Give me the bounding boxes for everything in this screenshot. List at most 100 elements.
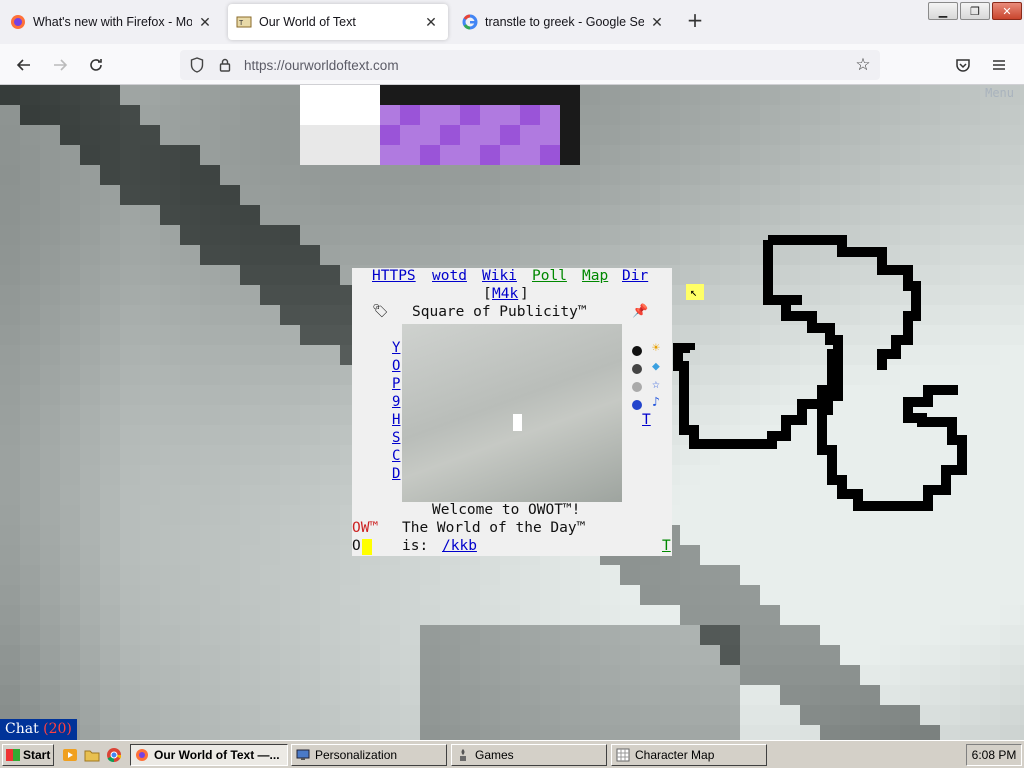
new-tab-button[interactable]: + [684,10,706,32]
close-icon[interactable]: ✕ [648,13,666,31]
side-link-9[interactable]: 9 [392,394,400,410]
bookmark-star-icon[interactable]: ☆ [852,54,874,76]
pocket-button[interactable] [950,52,976,78]
drawn-pixel-shape: ↖ [673,235,967,511]
windows-flag-icon [6,749,20,761]
reload-button[interactable] [83,52,109,78]
square-of-publicity[interactable] [402,324,622,502]
link-m4k[interactable]: M4k [492,286,518,302]
link-t[interactable]: T [642,412,651,428]
link-wotd[interactable]: wotd [432,268,467,284]
ow-prefix: OW™ [352,520,378,536]
restore-button[interactable]: ❐ [960,2,990,20]
chat-label: Chat [5,721,39,737]
close-icon[interactable]: ✕ [422,13,440,31]
star-icon: ☆ [652,377,660,392]
wotd-line: The World of the Day™ [402,520,586,536]
back-button[interactable] [11,52,37,78]
pocket-icon [956,59,970,72]
grey-dot-icon [632,382,642,392]
shape-dot [684,426,686,428]
minimize-button[interactable]: ▁ [928,2,958,20]
side-link-o[interactable]: O [392,358,400,374]
start-label: Start [23,748,51,762]
bracket-open: [ [483,286,492,302]
link-dir[interactable]: Dir [622,268,648,284]
is-label: is: [402,538,429,554]
pin-icon: 📌 [632,304,649,319]
ow-prefix-text: OW™ [352,520,379,536]
start-button[interactable]: Start [2,744,54,766]
tab-google-search[interactable]: transtle to greek - Google Searc ✕ [454,4,674,40]
google-icon [462,14,478,30]
side-link-s[interactable]: S [392,430,400,446]
task-label: Games [475,748,514,762]
tab-title: transtle to greek - Google Searc [485,15,644,29]
character-map-icon [616,748,630,762]
forward-button[interactable] [47,52,73,78]
tab-our-world-of-text[interactable]: T Our World of Text ✕ [228,4,448,40]
welcome-text: Welcome to OWOT™! [432,502,581,518]
hamburger-menu-button[interactable] [986,52,1012,78]
music-note-icon: ♪ [652,395,660,410]
side-link-p[interactable]: P [392,376,400,392]
wotd-link[interactable]: /kkb [442,538,477,554]
tab-whats-new[interactable]: What's new with Firefox - More ✕ [2,4,222,40]
firefox-icon [10,14,26,30]
bracket-close: ] [520,286,529,302]
task-character-map[interactable]: Character Map [611,744,767,766]
owot-menu-button[interactable]: Menu [985,86,1014,100]
corner-t-link[interactable]: T [662,538,671,554]
tab-title: Our World of Text [259,15,356,29]
link-map[interactable]: Map [582,268,608,284]
side-link-h[interactable]: H [392,412,400,428]
window-controls: ▁ ❐ ✕ [928,2,1022,20]
link-poll[interactable]: Poll [532,268,567,284]
folder-icon[interactable] [84,747,100,763]
games-icon [460,749,466,761]
hamburger-icon [993,60,1005,70]
arrow-glyph: ↖ [690,285,697,299]
square-title: Square of Publicity™ [412,304,587,320]
address-bar[interactable]: https://ourworldoftext.com ☆ [180,50,880,80]
link-https[interactable]: HTTPS [372,268,416,284]
link-wiki[interactable]: Wiki [482,268,517,284]
dark-dot-icon [632,364,642,374]
tab-strip: What's new with Firefox - More ✕ T Our W… [0,0,1024,44]
shield-icon[interactable] [186,54,208,76]
diamond-icon: ◆ [652,359,660,374]
media-player-icon[interactable] [62,747,78,763]
navigation-toolbar: https://ourworldoftext.com ☆ [0,44,1024,85]
text-cursor [513,414,522,431]
task-label: Our World of Text —... [154,748,280,762]
url-text[interactable]: https://ourworldoftext.com [244,58,399,73]
monitor-icon [296,749,310,760]
arrow-left-icon [16,59,30,71]
chat-button[interactable]: Chat (20) [0,719,77,740]
task-games[interactable]: Games [451,744,607,766]
task-label: Personalization [315,748,398,762]
reload-icon [90,59,102,71]
firefox-icon [136,749,148,761]
owot-canvas[interactable]: Menu HTTPS wotd Wiki Poll Map Dir [ M4k … [0,85,1024,740]
yellow-cursor-block [362,539,372,555]
task-personalization[interactable]: Personalization [291,744,447,766]
system-clock[interactable]: 6:08 PM [966,744,1022,766]
side-link-d[interactable]: D [392,466,400,482]
sun-icon: ☀ [652,341,660,356]
side-link-y[interactable]: Y [392,340,400,356]
owot-icon: T [236,14,252,30]
task-label: Character Map [635,748,715,762]
window-close-button[interactable]: ✕ [992,2,1022,20]
globe-icon [632,400,642,410]
taskbar: Start Our World of Text —... Personaliza… [0,740,1024,768]
side-link-c[interactable]: C [392,448,400,464]
chrome-icon[interactable] [106,747,122,763]
task-firefox[interactable]: Our World of Text —... [130,744,288,766]
close-icon[interactable]: ✕ [196,13,214,31]
black-dot-icon [632,346,642,356]
arrow-right-icon [54,59,68,71]
tag-icon: 🏷 [372,304,389,319]
lock-icon[interactable] [214,54,236,76]
chat-count: (20) [43,721,72,737]
